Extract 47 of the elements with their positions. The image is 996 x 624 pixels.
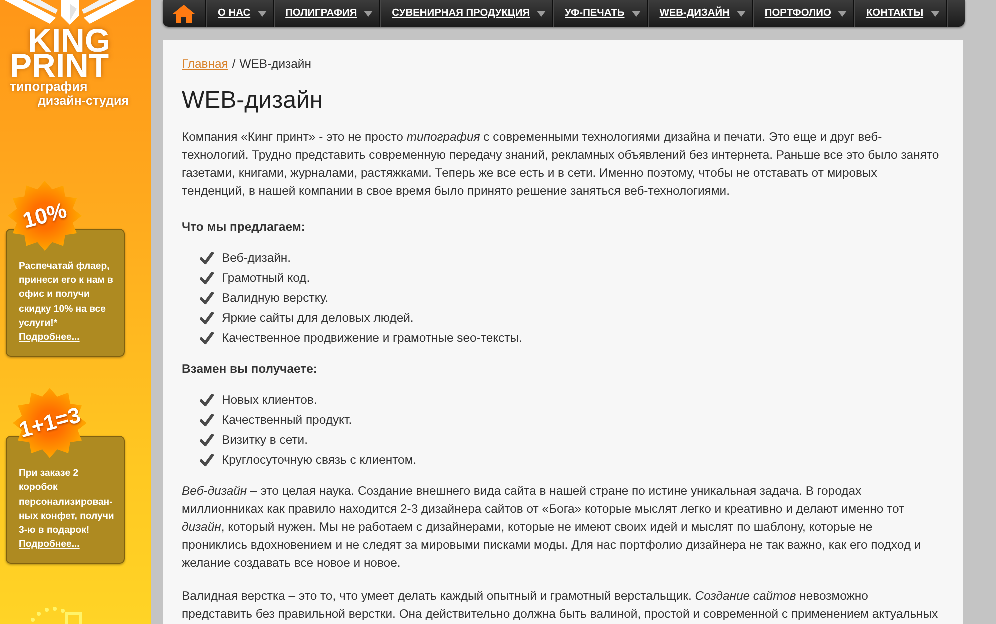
- list-item: Валидную верстку.: [222, 290, 329, 307]
- body-paragraph: Валидная верстка – это то, что умеет делать каждый опытный и грамотный верстальщик. Создание сайтов невозможно представить без правильной верстки. Она действительно должна быть валиной, простой и современной с применением актуальных: [182, 589, 938, 621]
- caret-icon: [930, 10, 940, 16]
- home-icon: [173, 4, 195, 22]
- list-item: Качественное продвижение и грамотные seo-тексты.: [222, 330, 522, 347]
- nav-link[interactable]: О НАС: [206, 0, 274, 27]
- nav-link[interactable]: ПОРТФОЛИО: [752, 0, 854, 27]
- section-heading: Взамен вы получаете:: [182, 361, 318, 378]
- logo-text: PRINT: [10, 53, 109, 78]
- breadcrumb-separator: /: [232, 56, 236, 73]
- promo-text: Распечатай флаер, принеси его к нам в офис и получи скидку 10% на все услуги!*: [19, 260, 114, 331]
- list-item: Веб-дизайн.: [222, 250, 292, 267]
- page-title: WEB-дизайн: [182, 86, 324, 116]
- check-icon: [200, 394, 214, 406]
- intro-paragraph: Компания «Кинг принт» - это не просто типография с современными технологиями дизайна и печати. Это еще и друг веб-технологий. Трудно представить современную передачу знаний, рекламных объявлений без интернета. Раньше все это было занято газетами, книгами, журналами, растяжками. Теперь же все есть и в сети. Именно поэтому, чтобы не отставать от мировых тенденций, в нашей компании в свое время было принято решение заняться веб-технологиями.: [182, 130, 940, 198]
- logo-tagline: дизайн-студия: [38, 94, 129, 108]
- logo-text: KING: [28, 28, 110, 53]
- check-icon: [200, 332, 214, 344]
- caret-icon: [364, 10, 374, 16]
- nav-link[interactable]: КОНТАКТЫ: [854, 0, 947, 27]
- breadcrumb-current: WEB-дизайн: [240, 56, 312, 73]
- list-item: Грамотный код.: [222, 270, 310, 287]
- nav-link[interactable]: УФ-ПЕЧАТЬ: [553, 0, 648, 27]
- caret-icon: [632, 10, 641, 16]
- nav-link[interactable]: WEB-ДИЗАЙН: [648, 0, 753, 27]
- list-item: Круглосуточную связь с клиентом.: [222, 452, 417, 469]
- check-icon: [200, 312, 214, 324]
- list-item: Яркие сайты для деловых людей.: [222, 310, 414, 327]
- check-icon: [200, 414, 214, 426]
- section-heading: Что мы предлагаем:: [182, 219, 306, 236]
- nav-link[interactable]: ПОЛИГРАФИЯ: [274, 0, 380, 27]
- logo-tagline: типография: [10, 80, 88, 93]
- list-item: Качественный продукт.: [222, 412, 352, 429]
- caret-icon: [736, 10, 746, 16]
- check-icon: [200, 434, 214, 446]
- caret-icon: [258, 10, 267, 16]
- promo-text: При заказе 2 коробок персонализирован-ных конфет, получи 3-ю в подарок!: [19, 467, 116, 538]
- caret-icon: [537, 10, 546, 16]
- list-item: Визитку в сети.: [222, 432, 308, 449]
- check-icon: [200, 454, 214, 466]
- nav-link[interactable]: СУВЕНИРНАЯ ПРОДУКЦИЯ: [380, 0, 554, 27]
- list-item: Новых клиентов.: [222, 392, 318, 409]
- body-paragraph: Веб-дизайн – это целая наука. Создание внешнего вида сайта в нашей стране по истине уникальная задача. В городах миллионниках как правило находится 2-3 дизайнера сайтов от «Бога» которые мыслят легко и креативно и делают именно тот дизайн, который нужен. Мы не работаем с дизайнерами, которые не имеют своих идей и мыслят по шаблону, которые не прониклись вдохновением и не следят за мировыми писками моды. Для нас портфолио дизайнера не так важно, как его подход и желание создавать все новое и новое.: [182, 484, 922, 570]
- check-icon: [200, 292, 214, 304]
- check-icon: [200, 272, 214, 284]
- caret-icon: [838, 10, 848, 16]
- check-icon: [200, 252, 214, 264]
